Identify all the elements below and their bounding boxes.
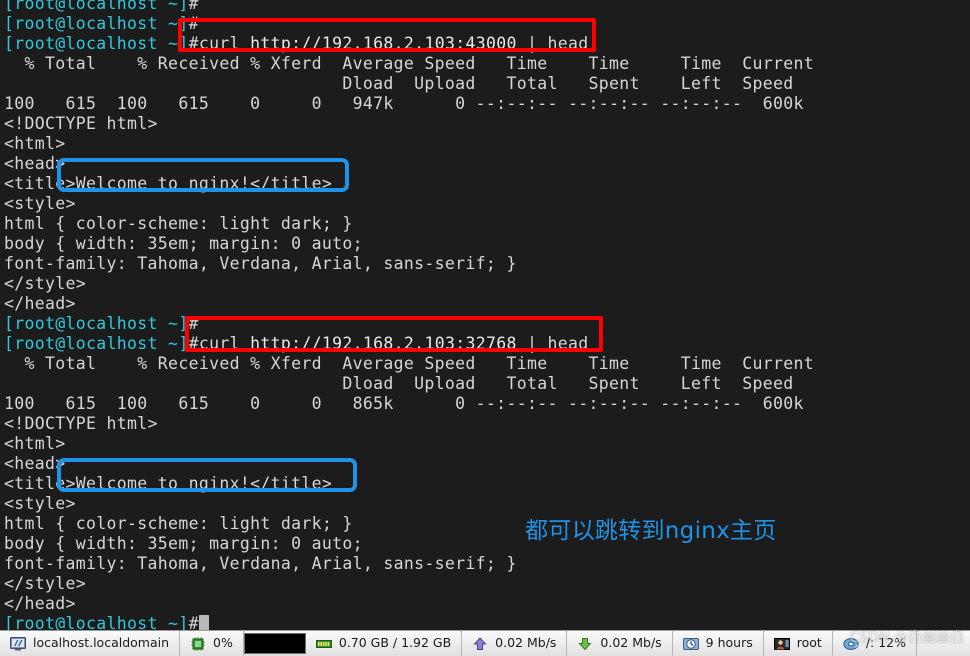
- command-text: curl: [198, 34, 251, 53]
- terminal-output-line: Dload Upload Total Spent Left Speed: [4, 374, 794, 393]
- prompt-hash: #: [188, 0, 199, 13]
- terminal-output-line: <head>: [4, 154, 66, 173]
- monitor-icon: [10, 636, 26, 650]
- terminal-output-line: <html>: [4, 134, 66, 153]
- shell-prompt: [root@localhost ~]: [4, 314, 189, 333]
- terminal-output-line: % Total % Received % Xferd Average Speed…: [4, 354, 815, 373]
- status-user-label: root: [796, 635, 822, 651]
- status-host-label: localhost.localdomain: [33, 635, 170, 651]
- status-cpu[interactable]: 0%: [180, 631, 244, 656]
- command-pipe: | head: [516, 334, 589, 353]
- shell-prompt: [root@localhost ~]: [4, 614, 189, 630]
- status-download[interactable]: 0.02 Mb/s: [567, 631, 673, 656]
- status-uptime[interactable]: 9 hours: [673, 631, 764, 656]
- terminal-output-line: </style>: [4, 274, 87, 293]
- terminal-output-line: Dload Upload Total Spent Left Speed: [4, 74, 794, 93]
- text-cursor: [198, 615, 209, 630]
- command-url[interactable]: http://192.168.2.103:43000: [250, 34, 517, 53]
- status-disk[interactable]: /: 12%: [833, 631, 917, 656]
- status-memory-label: 0.70 GB / 1.92 GB: [338, 635, 452, 651]
- terminal-prompt-line: [root@localhost ~]#: [4, 0, 199, 14]
- terminal-output-line: <style>: [4, 194, 76, 213]
- download-arrow-icon: [578, 637, 593, 650]
- status-disk-label: /: 12%: [865, 635, 906, 651]
- terminal-output-line: body { width: 35em; margin: 0 auto;: [4, 534, 363, 553]
- command-pipe: | head: [516, 34, 589, 53]
- terminal-output-line: <!DOCTYPE html>: [4, 414, 158, 433]
- terminal-output-area[interactable]: [root@localhost ~]# [root@localhost ~]# [r…: [0, 0, 970, 630]
- terminal-output-line: </head>: [4, 294, 76, 313]
- terminal-output-line: <head>: [4, 454, 66, 473]
- prompt-hash: #: [188, 314, 199, 333]
- user-icon: [773, 637, 790, 650]
- status-upload-label: 0.02 Mb/s: [495, 635, 557, 651]
- status-host[interactable]: localhost.localdomain: [0, 631, 181, 656]
- shell-prompt: [root@localhost ~]: [4, 0, 189, 13]
- terminal-output-line: <title>Welcome to nginx!</title>: [4, 174, 333, 193]
- terminal-prompt-line: [root@localhost ~]#: [4, 314, 199, 334]
- terminal-output-line: <style>: [4, 494, 76, 513]
- prompt-hash: #: [188, 34, 199, 53]
- prompt-hash: #: [188, 334, 199, 353]
- status-cpu-graph[interactable]: [243, 633, 306, 654]
- terminal-output-line: <title>Welcome to nginx!</title>: [4, 474, 333, 493]
- status-uptime-label: 9 hours: [705, 635, 753, 651]
- memory-icon: [315, 639, 332, 648]
- status-upload[interactable]: 0.02 Mb/s: [462, 631, 568, 656]
- cpu-icon: [191, 637, 205, 650]
- status-cpu-label: 0%: [213, 635, 233, 651]
- terminal-output-line: 100 615 100 615 0 0 947k 0 --:--:-- --:-…: [4, 94, 804, 113]
- upload-arrow-icon: [473, 636, 487, 650]
- prompt-hash: #: [188, 14, 199, 33]
- terminal-prompt-line: [root@localhost ~]#: [4, 14, 199, 34]
- terminal-window: [root@localhost ~]# [root@localhost ~]# [r…: [0, 0, 970, 656]
- shell-prompt: [root@localhost ~]: [4, 334, 189, 353]
- terminal-command-line: [root@localhost ~]#curl http://192.168.2…: [4, 34, 589, 54]
- command-url[interactable]: http://192.168.2.103:32768: [250, 334, 517, 353]
- terminal-output-line: html { color-scheme: light dark; }: [4, 514, 353, 533]
- annotation-note-chinese: 都可以跳转到nginx主页: [525, 518, 777, 544]
- prompt-hash: #: [188, 614, 199, 630]
- shell-prompt: [root@localhost ~]: [4, 14, 189, 33]
- status-user[interactable]: root: [764, 631, 833, 656]
- terminal-output-line: </style>: [4, 574, 87, 593]
- status-download-label: 0.02 Mb/s: [600, 635, 662, 651]
- terminal-command-line: [root@localhost ~]#curl http://192.168.2…: [4, 334, 589, 354]
- command-text: curl: [198, 334, 251, 353]
- terminal-output-line: body { width: 35em; margin: 0 auto;: [4, 234, 363, 253]
- terminal-output-line: <!DOCTYPE html>: [4, 114, 158, 133]
- terminal-output-line: font-family: Tahoma, Verdana, Arial, san…: [4, 554, 517, 573]
- terminal-output-line: <html>: [4, 434, 66, 453]
- clock-icon: [682, 637, 699, 650]
- terminal-output-line: </head>: [4, 594, 76, 613]
- status-bar[interactable]: localhost.localdomain 0% 0.70 GB / 1.92 …: [0, 630, 970, 656]
- status-memory[interactable]: 0.70 GB / 1.92 GB: [306, 631, 463, 656]
- terminal-output-line: 100 615 100 615 0 0 865k 0 --:--:-- --:-…: [4, 394, 804, 413]
- disk-icon: [843, 637, 859, 650]
- terminal-prompt-line: [root@localhost ~]#: [4, 614, 209, 630]
- terminal-output-line: font-family: Tahoma, Verdana, Arial, san…: [4, 254, 517, 273]
- shell-prompt: [root@localhost ~]: [4, 34, 189, 53]
- terminal-output-line: % Total % Received % Xferd Average Speed…: [4, 54, 815, 73]
- terminal-output-line: html { color-scheme: light dark; }: [4, 214, 353, 233]
